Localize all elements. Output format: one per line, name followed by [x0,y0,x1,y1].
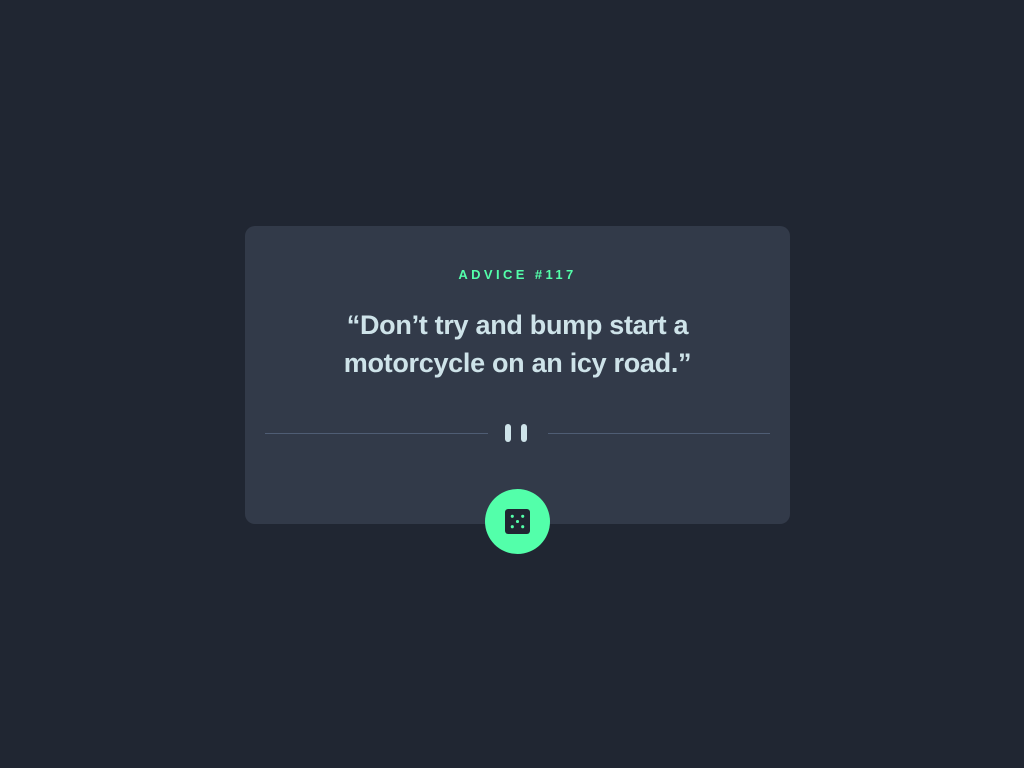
pause-bar-right [521,424,527,442]
advice-card: ADVICE #117 “Don’t try and bump start a … [245,226,790,524]
divider-line-left [265,433,488,434]
generate-advice-button[interactable] [485,489,550,554]
advice-id-label: ADVICE #117 [458,267,577,282]
pause-icon [505,424,530,442]
pause-bar-left [505,424,511,442]
pattern-divider [265,422,770,444]
divider-line-right [548,433,770,434]
advice-quote: “Don’t try and bump start a motorcycle o… [343,310,692,378]
dice-icon [505,509,530,534]
